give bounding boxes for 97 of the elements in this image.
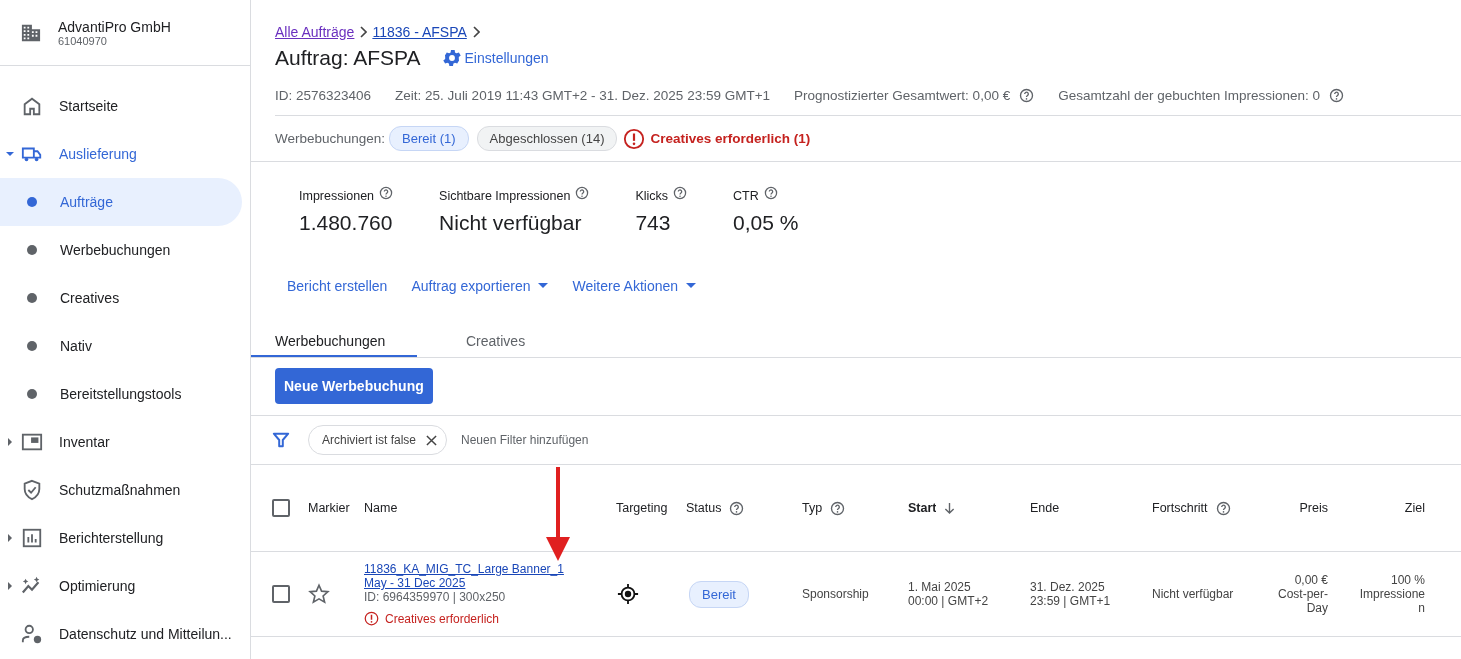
nav-item[interactable]: Startseite	[0, 82, 242, 130]
help-icon[interactable]	[1329, 88, 1345, 103]
column-header[interactable]: Start	[908, 501, 937, 515]
filter-icon[interactable]	[272, 431, 290, 449]
nav-item[interactable]: Creatives	[0, 274, 242, 322]
table-cell: Impressionen	[1359, 587, 1425, 615]
help-icon[interactable]	[379, 186, 394, 200]
warning-text: Creatives erforderlich	[385, 611, 500, 626]
star-icon[interactable]	[308, 583, 330, 605]
action-button[interactable]: Bericht erstellen	[279, 270, 396, 302]
breadcrumb-link[interactable]: 11836 - AFSPA	[372, 24, 467, 40]
stat-label: Impressionen	[299, 189, 375, 203]
dropdown-arrow-icon	[538, 283, 549, 289]
help-icon[interactable]	[1215, 500, 1231, 516]
table-cell: 31. Dez. 2025	[1030, 580, 1105, 594]
status-badge: Bereit	[689, 580, 749, 608]
nav-item[interactable]: Datenschutz und Mitteilun...	[0, 610, 242, 658]
help-icon[interactable]	[1019, 88, 1035, 103]
dropdown-arrow-icon	[686, 283, 697, 289]
nav-item[interactable]: Auslieferung	[0, 130, 242, 178]
settings-link[interactable]: Einstellungen	[440, 47, 549, 69]
new-line-item-button[interactable]: Neue Werbebuchung	[275, 368, 433, 404]
nav-item[interactable]: Aufträge	[0, 178, 242, 226]
nav-item[interactable]: Werbebuchungen	[0, 226, 242, 274]
sort-down-icon[interactable]	[944, 501, 956, 515]
meta-text: Zeit: 25. Juli 2019 11:43 GMT+2 - 31. Dez. 2025 23:59 GMT+1	[395, 88, 771, 103]
breadcrumb-link[interactable]: Alle Aufträge	[275, 24, 355, 40]
nav-item[interactable]: Nativ	[0, 322, 242, 370]
filter-label: Werbebuchungen:	[275, 131, 386, 146]
action-button[interactable]: Auftrag exportieren	[403, 270, 557, 302]
column-header[interactable]: Typ	[802, 501, 823, 515]
stat-label: Sichtbare Impressionen	[439, 189, 571, 203]
caret-icon	[6, 151, 14, 157]
caret-icon	[7, 582, 13, 590]
close-icon[interactable]	[426, 434, 438, 446]
nav-item[interactable]: Optimierung	[0, 562, 242, 610]
line-item-link[interactable]: 11836_KA_MIG_TC_Large Banner_1 May - 31 Dec 2025	[364, 562, 589, 590]
column-header[interactable]: Ende	[1030, 501, 1060, 515]
table-cell: 100 %	[1390, 573, 1425, 587]
shield-icon	[21, 479, 43, 501]
stat-label: Klicks	[635, 189, 669, 203]
caret-icon	[7, 534, 13, 542]
table-cell: 0,00 €	[1294, 573, 1328, 587]
help-icon[interactable]	[729, 500, 745, 516]
column-header[interactable]: Fortschritt	[1152, 501, 1208, 515]
select-all-checkbox[interactable]	[272, 499, 290, 517]
status-chip[interactable]: Abgeschlossen (14)	[476, 126, 618, 151]
help-icon[interactable]	[575, 186, 590, 200]
building-icon	[21, 22, 41, 43]
page-title: Auftrag: AFSPA	[275, 46, 421, 70]
help-icon[interactable]	[763, 186, 778, 200]
table-cell: Nicht verfügbar	[1152, 587, 1234, 601]
stat-value: 0,05 %	[733, 211, 799, 235]
table-cell: 00:00 | GMT+2	[908, 594, 989, 608]
help-icon[interactable]	[830, 500, 846, 516]
account-name: AdvantiPro GmbH	[58, 18, 171, 35]
status-chip[interactable]: Bereit (1)	[389, 126, 469, 151]
tab[interactable]: Creatives	[417, 333, 583, 357]
nav-item[interactable]: Bereitstellungstools	[0, 370, 242, 418]
table-cell: Sponsorship	[802, 587, 869, 601]
table-cell: 23:59 | GMT+1	[1030, 594, 1111, 608]
stat-label: CTR	[733, 189, 759, 203]
chevron-right-icon	[471, 26, 480, 38]
nav-item[interactable]: Berichterstellung	[0, 514, 242, 562]
column-header[interactable]: Preis	[1299, 501, 1328, 515]
table-cell-text: Cost-per-Day	[1277, 587, 1328, 615]
screen-icon	[21, 431, 43, 453]
column-header[interactable]: Ziel	[1404, 501, 1425, 515]
account-id: 61040970	[58, 34, 108, 47]
meta-text: ID: 2576323406	[275, 88, 372, 103]
meta-text: Gesamtzahl der gebuchten Impressionen: 0	[1058, 88, 1321, 103]
warning-icon	[364, 611, 379, 626]
caret-icon	[7, 438, 13, 446]
home-icon	[21, 95, 43, 117]
action-button[interactable]: Weitere Aktionen	[564, 270, 705, 302]
row-checkbox[interactable]	[272, 585, 290, 603]
column-header[interactable]: Markier	[308, 501, 350, 515]
gear-icon	[440, 47, 463, 69]
chevron-right-icon	[359, 26, 368, 38]
column-header[interactable]: Status	[686, 501, 722, 515]
line-item-detail: ID: 6964359970 | 300x250	[364, 590, 506, 604]
nav-item[interactable]: Schutzmaßnahmen	[0, 466, 242, 514]
nav-item[interactable]: Inventar	[0, 418, 242, 466]
bar-chart-icon	[21, 527, 43, 549]
warning-icon	[623, 127, 646, 150]
help-icon[interactable]	[673, 186, 688, 200]
tab[interactable]: Werbebuchungen	[251, 333, 417, 357]
person-icon	[21, 623, 43, 645]
stat-value: 743	[635, 211, 672, 235]
meta-text: Prognostizierter Gesamtwert: 0,00 €	[794, 88, 1011, 103]
stat-value: Nicht verfügbar	[439, 211, 583, 235]
table-cell: 1. Mai 2025	[908, 580, 971, 594]
crosshair-icon[interactable]	[617, 583, 639, 605]
column-header[interactable]: Name	[364, 501, 398, 515]
column-header[interactable]: Targeting	[616, 501, 668, 515]
stat-value: 1.480.760	[299, 211, 394, 235]
warning-text: Creatives erforderlich (1)	[650, 131, 811, 146]
